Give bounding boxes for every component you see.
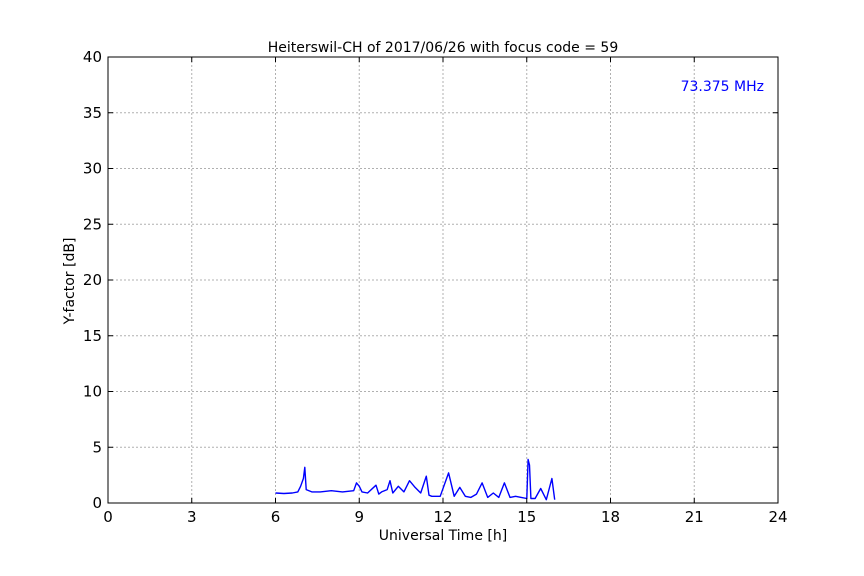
x-tick-label: 21 [685,508,704,526]
y-tick-label: 35 [83,104,102,122]
y-tick-label: 0 [92,494,102,512]
y-tick-label: 30 [83,160,102,178]
y-tick-label: 15 [83,327,102,345]
y-tick-label: 20 [83,271,102,289]
ticks: 0 3 6 9 12 15 18 21 24 0 5 10 15 20 25 30 35 40 [83,48,788,526]
y-tick-label: 5 [92,438,102,456]
series-layer [275,458,556,501]
y-tick-label: 10 [83,383,102,401]
frequency-annotation: 73.375 MHz [681,79,764,95]
chart-title: Heiterswil-CH of 2017/06/26 with focus c… [268,40,618,56]
grid [107,56,779,504]
x-tick-label: 9 [354,508,364,526]
x-tick-label: 6 [271,508,281,526]
x-tick-label: 0 [103,508,113,526]
y-tick-label: 25 [83,215,102,233]
x-tick-label: 15 [517,508,536,526]
x-tick-label: 3 [187,508,197,526]
chart: 0 3 6 9 12 15 18 21 24 0 5 10 15 20 25 30 35 40 Heiterswi… [62,40,788,544]
x-tick-label: 18 [601,508,620,526]
y-axis-label: Y-factor [dB] [62,238,78,326]
x-tick-label: 12 [433,508,452,526]
series-line [275,458,556,501]
x-tick-label: 24 [768,508,787,526]
y-tick-label: 40 [83,48,102,66]
x-axis-label: Universal Time [h] [379,528,507,544]
